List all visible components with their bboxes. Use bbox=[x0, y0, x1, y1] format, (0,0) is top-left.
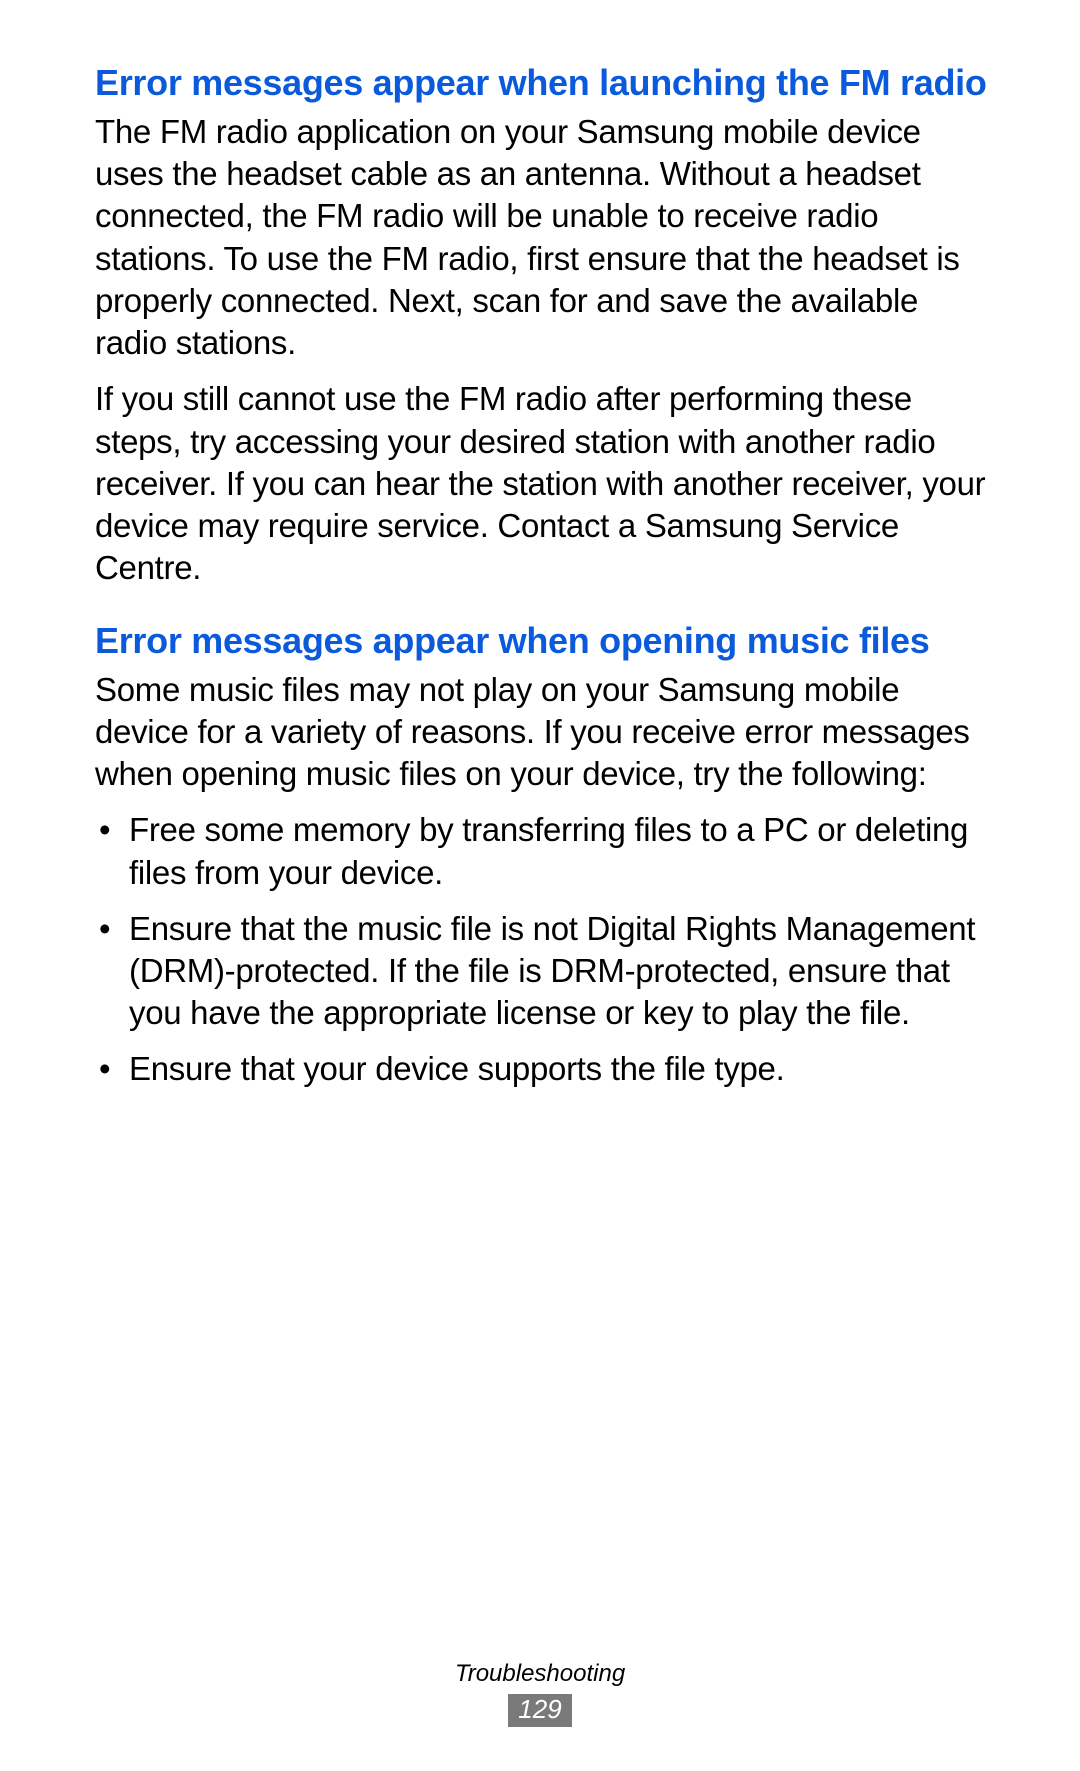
page-number: 129 bbox=[508, 1694, 571, 1727]
list-item: Free some memory by transferring files t… bbox=[95, 809, 990, 893]
body-paragraph: Some music files may not play on your Sa… bbox=[95, 669, 990, 796]
body-paragraph: If you still cannot use the FM radio aft… bbox=[95, 378, 990, 589]
body-paragraph: The FM radio application on your Samsung… bbox=[95, 111, 990, 364]
bullet-list: Free some memory by transferring files t… bbox=[95, 809, 990, 1090]
section-heading-music-files: Error messages appear when opening music… bbox=[95, 618, 990, 663]
page-footer: Troubleshooting 129 bbox=[0, 1660, 1080, 1727]
page-container: Error messages appear when launching the… bbox=[0, 0, 1080, 1771]
section-heading-fm-radio: Error messages appear when launching the… bbox=[95, 60, 990, 105]
list-item: Ensure that the music file is not Digita… bbox=[95, 908, 990, 1035]
footer-section-label: Troubleshooting bbox=[0, 1660, 1080, 1688]
list-item: Ensure that your device supports the fil… bbox=[95, 1048, 990, 1090]
